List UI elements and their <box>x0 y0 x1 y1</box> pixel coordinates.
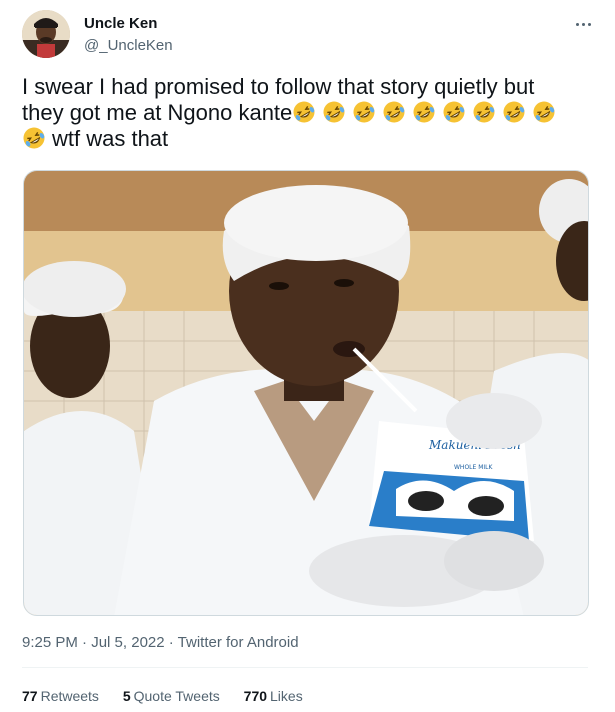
rolling-on-floor-laughing-emoji-icon <box>443 101 465 123</box>
meta-separator: · <box>77 634 92 651</box>
likes-label: Likes <box>270 688 303 704</box>
author-display-name[interactable]: Uncle Ken <box>84 14 173 33</box>
retweets-label: Retweets <box>40 688 99 704</box>
likes-stat[interactable]: 770 Likes <box>244 688 303 704</box>
more-dot <box>581 22 585 26</box>
rolling-on-floor-laughing-emoji-icon <box>473 101 495 123</box>
tweet-source[interactable]: Twitter for Android <box>178 634 299 651</box>
carton-label-text: WHOLE MILK <box>454 464 493 471</box>
more-options-button[interactable] <box>571 12 595 36</box>
retweets-stat[interactable]: 77 Retweets <box>22 688 99 704</box>
tweet-text-line-2: they got me at Ngono kante <box>22 100 293 125</box>
emoji-row <box>292 100 562 125</box>
quote-tweets-stat[interactable]: 5 Quote Tweets <box>123 688 220 704</box>
author-block[interactable]: Uncle Ken @_UncleKen <box>84 14 173 55</box>
tweet-metadata: 9:25 PM · Jul 5, 2022 · Twitter for Andr… <box>22 634 299 651</box>
tweet-time[interactable]: 9:25 PM <box>22 634 78 651</box>
tweet-photo[interactable]: Makueni Fresh WHOLE MILK <box>23 170 589 616</box>
author-handle[interactable]: @_UncleKen <box>84 36 173 55</box>
rolling-on-floor-laughing-emoji-icon <box>323 101 345 123</box>
quote-tweets-label: Quote Tweets <box>133 688 220 704</box>
tweet-text-line-3: wtf was that <box>52 126 169 151</box>
rolling-on-floor-laughing-emoji-icon <box>533 101 555 123</box>
retweets-count: 77 <box>22 688 38 704</box>
rolling-on-floor-laughing-emoji-icon <box>383 101 405 123</box>
quote-tweets-count: 5 <box>122 688 131 704</box>
likes-count: 770 <box>243 688 268 704</box>
more-dot <box>587 22 591 26</box>
avatar[interactable] <box>22 10 70 58</box>
avatar-image <box>22 10 70 58</box>
engagement-stats: 77 Retweets 5 Quote Tweets 770 Likes <box>22 688 323 704</box>
more-horizontal-icon <box>575 22 579 26</box>
emoji-row <box>22 126 52 151</box>
photo-image: Makueni Fresh WHOLE MILK <box>24 171 588 615</box>
rolling-on-floor-laughing-emoji-icon <box>353 101 375 123</box>
divider <box>22 667 588 668</box>
rolling-on-floor-laughing-emoji-icon <box>23 127 45 149</box>
tweet-card: Uncle Ken @_UncleKen I swear I had promi… <box>0 0 615 712</box>
meta-separator: · <box>164 634 178 651</box>
rolling-on-floor-laughing-emoji-icon <box>413 101 435 123</box>
tweet-text-line-1: I swear I had promised to follow that st… <box>22 74 535 99</box>
tweet-text: I swear I had promised to follow that st… <box>22 74 592 152</box>
rolling-on-floor-laughing-emoji-icon <box>293 101 315 123</box>
tweet-date[interactable]: Jul 5, 2022 <box>91 634 164 651</box>
rolling-on-floor-laughing-emoji-icon <box>503 101 525 123</box>
